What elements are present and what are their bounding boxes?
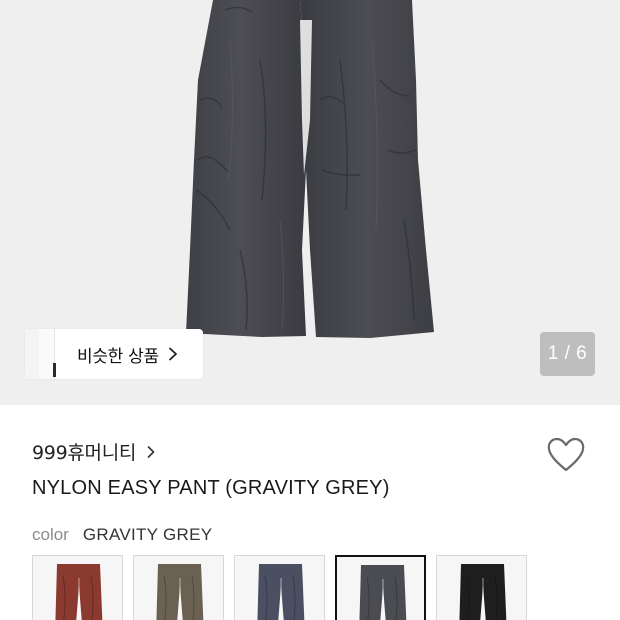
- color-swatch-gravity-grey[interactable]: [335, 555, 426, 620]
- brand-name: 999휴머니티: [32, 442, 137, 464]
- heart-icon[interactable]: [546, 436, 586, 474]
- selected-color-value: GRAVITY GREY: [82, 525, 213, 544]
- swatch-pants-image: [55, 564, 103, 620]
- swatch-pants-image: [257, 564, 305, 620]
- chevron-right-icon: [168, 347, 177, 361]
- color-key: color: [32, 525, 69, 544]
- similar-products-thumbnail: [25, 329, 57, 379]
- color-swatch-rust-red[interactable]: [32, 555, 123, 620]
- similar-products-button[interactable]: 비슷한 상품: [25, 329, 203, 379]
- product-title: NYLON EASY PANT (GRAVITY GREY): [32, 477, 390, 499]
- chevron-right-icon: [147, 445, 155, 458]
- brand-link[interactable]: 999휴머니티: [32, 438, 156, 465]
- swatch-pants-image: [459, 564, 507, 620]
- color-selection-label: color GRAVITY GREY: [32, 525, 212, 545]
- image-counter: 1 / 6: [540, 332, 595, 376]
- swatch-pants-image: [359, 565, 407, 620]
- color-swatch-black[interactable]: [436, 555, 527, 620]
- color-swatch-slate-blue[interactable]: [234, 555, 325, 620]
- similar-products-label: 비슷한 상품: [77, 346, 159, 367]
- product-image-gallery[interactable]: 비슷한 상품 1 / 6: [0, 0, 620, 405]
- color-swatch-khaki-brown[interactable]: [133, 555, 224, 620]
- swatch-pants-image: [156, 564, 204, 620]
